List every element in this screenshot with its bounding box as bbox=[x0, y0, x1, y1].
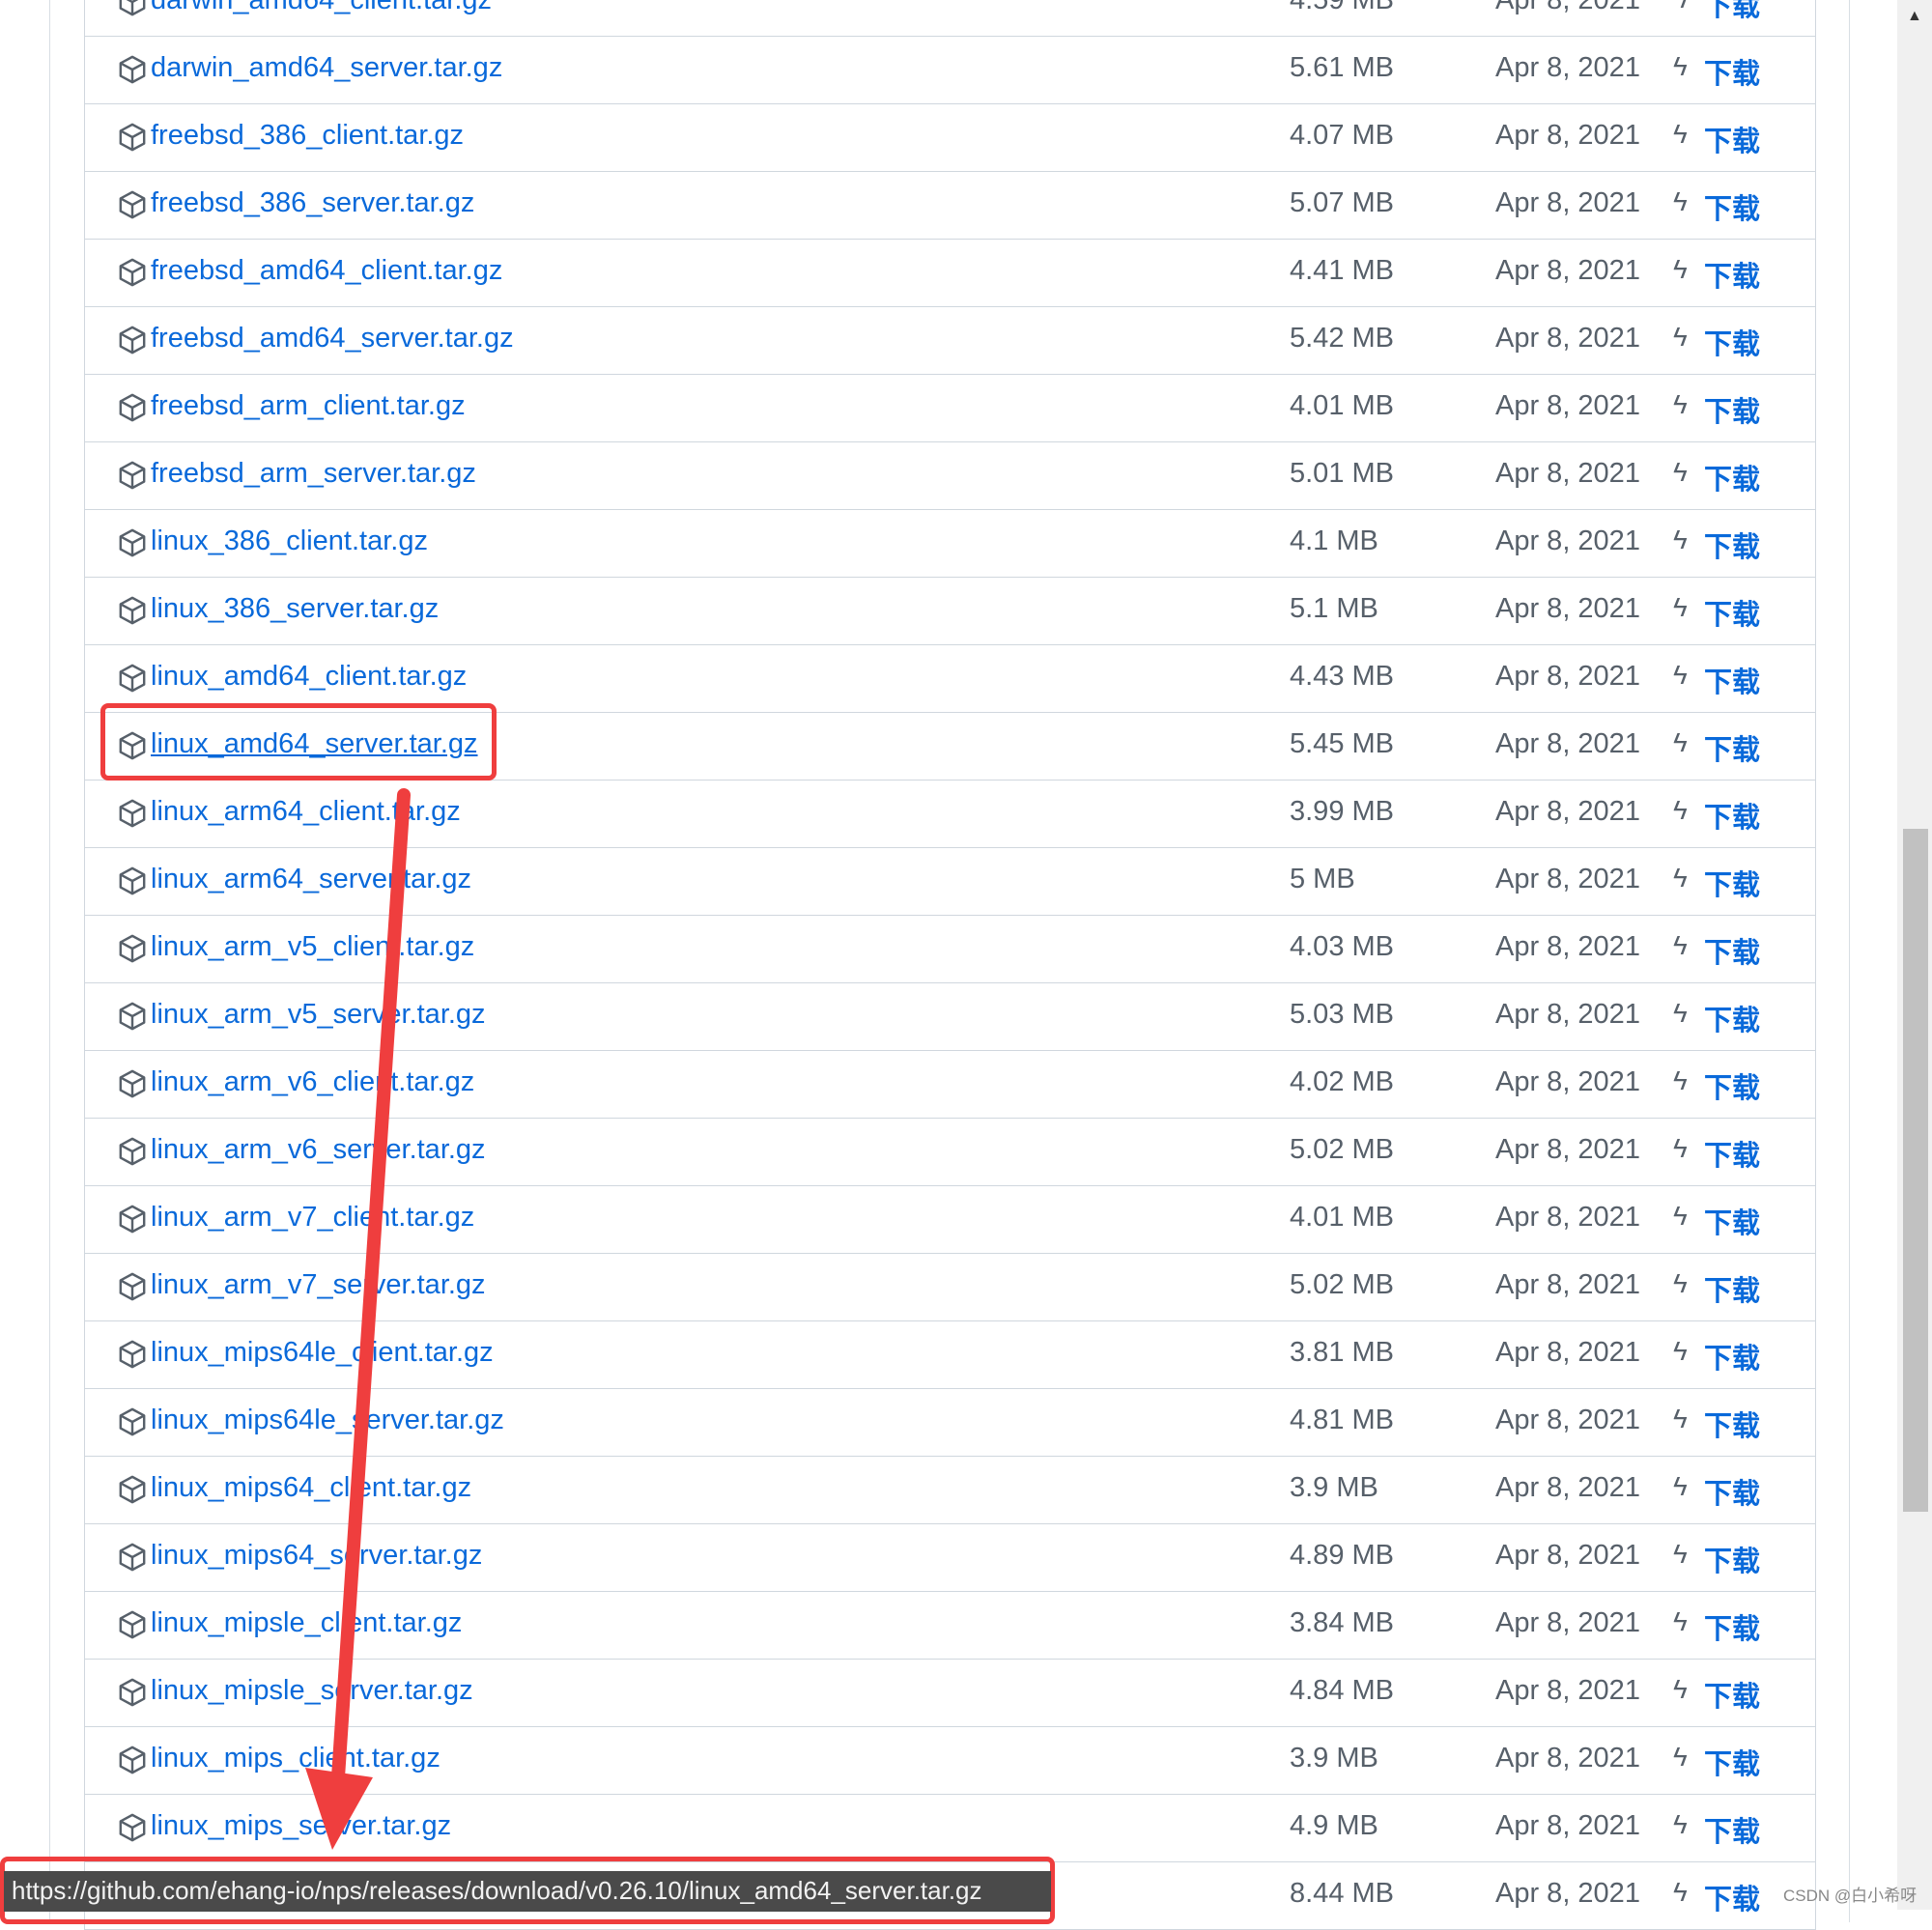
watermark: CSDN @白小希呀 bbox=[1783, 1887, 1918, 1905]
status-bar-url-tooltip: https://github.com/ehang-io/nps/releases… bbox=[4, 1871, 1051, 1912]
vertical-scrollbar[interactable]: ▲ bbox=[1897, 0, 1932, 1910]
scrollbar-thumb[interactable] bbox=[1903, 829, 1928, 1512]
annotation-arrow bbox=[305, 788, 411, 1850]
scroll-up-arrow-icon[interactable]: ▲ bbox=[1907, 8, 1922, 25]
